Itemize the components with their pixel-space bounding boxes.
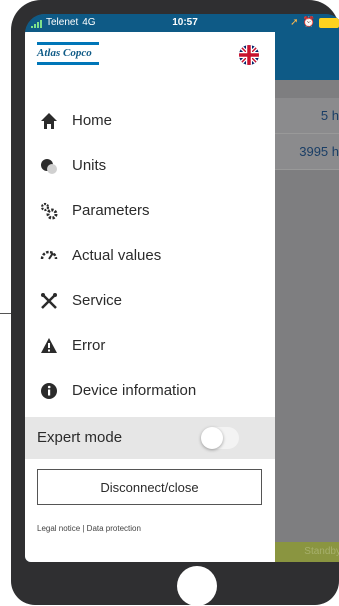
background-value-row: 3995 h bbox=[275, 134, 339, 170]
home-hardware-button[interactable] bbox=[177, 566, 217, 606]
status-bar: Telenet 4G 10:57 ➚ ⏰ bbox=[25, 14, 339, 32]
menu-item-label: Units bbox=[72, 157, 107, 174]
menu-item-label: Actual values bbox=[72, 247, 162, 264]
home-icon bbox=[39, 111, 59, 131]
navigation-drawer: Atlas Copco Home Units Parameters Actual… bbox=[25, 32, 275, 562]
menu-item-device-information[interactable]: Device information bbox=[25, 368, 275, 413]
gauge-icon bbox=[39, 246, 59, 266]
expert-mode-row: Expert mode bbox=[25, 417, 275, 459]
phone-frame: 5 h 3995 h Standby Telenet 4G 10:57 ➚ ⏰ bbox=[11, 0, 339, 606]
location-icon: ➚ bbox=[290, 17, 299, 28]
expert-mode-toggle[interactable] bbox=[201, 427, 239, 449]
battery-icon bbox=[319, 17, 339, 28]
menu-item-label: Device information bbox=[72, 382, 197, 399]
toggle-knob bbox=[201, 427, 223, 449]
menu-item-error[interactable]: Error bbox=[25, 323, 275, 368]
atlas-copco-logo: Atlas Copco bbox=[37, 42, 99, 68]
standby-status: Standby bbox=[275, 542, 339, 562]
status-icons: ➚ ⏰ bbox=[290, 17, 339, 28]
drawer-header: Atlas Copco bbox=[25, 32, 275, 80]
menu-item-label: Home bbox=[72, 112, 113, 129]
menu-item-label: Service bbox=[72, 292, 123, 309]
service-tools-icon bbox=[39, 291, 59, 311]
menu-item-units[interactable]: Units bbox=[25, 143, 275, 188]
background-value-row: 5 h bbox=[275, 98, 339, 134]
legal-links[interactable]: Legal notice | Data protection bbox=[37, 524, 141, 533]
menu-item-label: Parameters bbox=[72, 202, 150, 219]
alarm-icon: ⏰ bbox=[302, 17, 315, 28]
menu-item-actual-values[interactable]: Actual values bbox=[25, 233, 275, 278]
expert-mode-label: Expert mode bbox=[37, 429, 123, 446]
units-icon bbox=[39, 156, 59, 176]
uk-flag-icon[interactable] bbox=[239, 45, 259, 65]
menu-item-parameters[interactable]: Parameters bbox=[25, 188, 275, 233]
warning-icon bbox=[39, 336, 59, 356]
phone-screen: 5 h 3995 h Standby Telenet 4G 10:57 ➚ ⏰ bbox=[25, 14, 339, 562]
info-icon bbox=[39, 381, 59, 401]
disconnect-button[interactable]: Disconnect/close bbox=[37, 469, 262, 505]
menu-item-label: Error bbox=[72, 337, 106, 354]
menu-item-home[interactable]: Home bbox=[25, 98, 275, 143]
menu-item-service[interactable]: Service bbox=[25, 278, 275, 323]
parameters-icon bbox=[39, 201, 59, 221]
drawer-menu: Home Units Parameters Actual values Serv… bbox=[25, 98, 275, 413]
